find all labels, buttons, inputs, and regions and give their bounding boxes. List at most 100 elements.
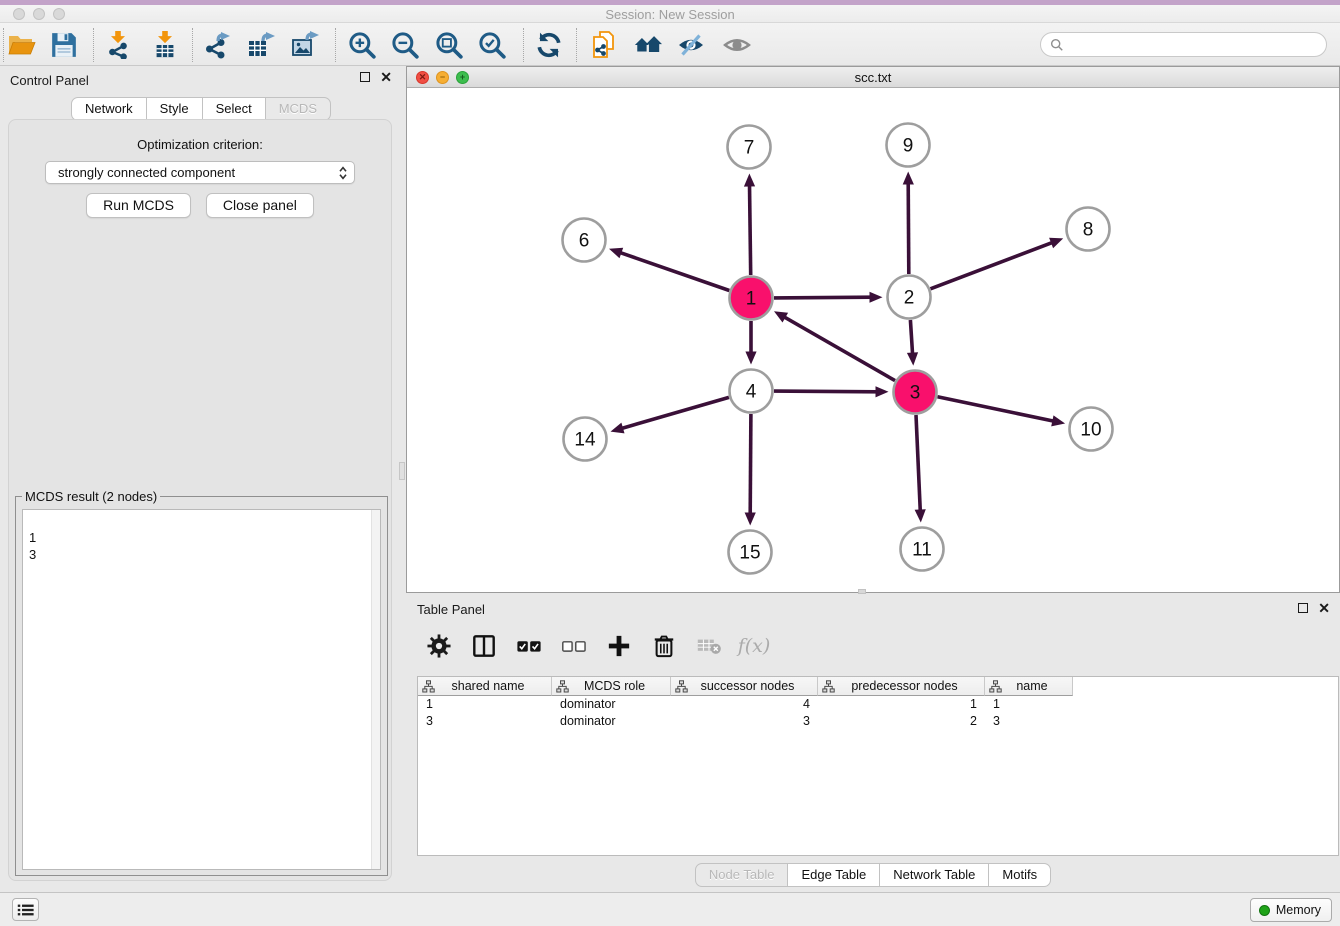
mcds-result-list[interactable]: 1 3 <box>22 509 381 870</box>
zoom-selected-button[interactable] <box>477 29 507 61</box>
export-network-button[interactable] <box>203 29 233 61</box>
import-network-button[interactable] <box>103 29 133 61</box>
run-mcds-button[interactable]: Run MCDS <box>86 193 191 218</box>
vertical-splitter-grip[interactable] <box>399 462 405 480</box>
network-window-titlebar[interactable]: ✕ − + scc.txt <box>407 67 1339 88</box>
table-cell[interactable]: 4 <box>671 696 818 713</box>
zoom-fit-button[interactable] <box>434 29 464 61</box>
column-header-predecessor-nodes[interactable]: predecessor nodes <box>818 677 985 696</box>
table-panel-title: Table Panel <box>417 602 485 617</box>
table-cell[interactable]: 1 <box>418 696 552 713</box>
gear-button[interactable] <box>425 632 453 660</box>
column-header-successor-nodes[interactable]: successor nodes <box>671 677 818 696</box>
toggle-visibility-icon <box>677 31 705 59</box>
node-1[interactable]: 1 <box>730 277 773 320</box>
table-cell[interactable]: dominator <box>552 713 671 730</box>
edge-4-15[interactable] <box>750 414 751 515</box>
split-columns-button[interactable] <box>470 632 498 660</box>
node-10[interactable]: 10 <box>1070 408 1113 451</box>
table-cell[interactable]: 3 <box>985 713 1073 730</box>
tab-mcds[interactable]: MCDS <box>265 97 331 121</box>
select-all-checkboxes-button[interactable] <box>515 632 543 660</box>
edge-arrowhead <box>870 292 883 303</box>
tab-select[interactable]: Select <box>202 97 266 121</box>
add-column-button[interactable] <box>605 632 633 660</box>
table-cell[interactable]: 1 <box>985 696 1073 713</box>
network-canvas[interactable]: 7 9 6 8 1 2 4 3 14 10 15 11 <box>407 88 1339 592</box>
duplicate-network-icon <box>590 31 618 59</box>
edge-arrowhead <box>744 174 755 187</box>
node-3[interactable]: 3 <box>894 371 937 414</box>
memory-button[interactable]: Memory <box>1250 898 1332 922</box>
home-pair-button[interactable] <box>633 29 663 61</box>
edge-3-10[interactable] <box>938 397 1055 422</box>
edge-4-14[interactable] <box>621 397 729 428</box>
network-window-title: scc.txt <box>407 70 1339 85</box>
result-scrollbar[interactable] <box>371 510 380 869</box>
export-network-icon <box>204 31 232 59</box>
tab-edge-table[interactable]: Edge Table <box>787 863 880 887</box>
edge-1-2[interactable] <box>774 297 872 298</box>
node-2[interactable]: 2 <box>888 276 931 319</box>
task-history-button[interactable] <box>12 898 39 921</box>
show-hidden-button[interactable] <box>722 29 752 61</box>
tab-node-table[interactable]: Node Table <box>695 863 789 887</box>
node-4[interactable]: 4 <box>730 370 773 413</box>
edge-4-3[interactable] <box>774 391 878 392</box>
node-8[interactable]: 8 <box>1067 208 1110 251</box>
edge-1-6[interactable] <box>619 252 729 290</box>
table-cell[interactable]: 1 <box>818 696 985 713</box>
table-row[interactable]: 1dominator411 <box>418 696 1338 713</box>
refresh-button[interactable] <box>534 29 564 61</box>
main-toolbar <box>0 23 1340 66</box>
deselect-all-checkboxes-button[interactable] <box>560 632 588 660</box>
edge-1-7[interactable] <box>750 185 751 276</box>
table-cell[interactable]: 3 <box>671 713 818 730</box>
edge-2-9[interactable] <box>908 183 909 275</box>
close-table-panel-icon[interactable]: ✕ <box>1318 603 1330 613</box>
export-table-button[interactable] <box>247 29 277 61</box>
table-cell[interactable]: 2 <box>818 713 985 730</box>
criterion-dropdown[interactable]: strongly connected component <box>45 161 355 184</box>
memory-label: Memory <box>1276 903 1321 917</box>
table-cell[interactable]: 3 <box>418 713 552 730</box>
node-9[interactable]: 9 <box>887 124 930 167</box>
zoom-out-button[interactable] <box>390 29 420 61</box>
node-14[interactable]: 14 <box>564 418 607 461</box>
column-header-MCDS-role[interactable]: MCDS role <box>552 677 671 696</box>
column-header-name[interactable]: name <box>985 677 1073 696</box>
node-6[interactable]: 6 <box>563 219 606 262</box>
horizontal-splitter-grip[interactable] <box>858 589 866 594</box>
app-title: Session: New Session <box>0 7 1340 22</box>
toggle-visibility-button[interactable] <box>676 29 706 61</box>
table-row[interactable]: 3dominator323 <box>418 713 1338 730</box>
duplicate-network-button[interactable] <box>589 29 619 61</box>
search-input[interactable] <box>1040 32 1327 57</box>
edge-3-11[interactable] <box>916 415 920 512</box>
close-panel-icon[interactable]: ✕ <box>380 72 392 82</box>
close-panel-button[interactable]: Close panel <box>206 193 314 218</box>
toolbar-separator <box>192 28 193 62</box>
tab-network-table[interactable]: Network Table <box>879 863 989 887</box>
node-11[interactable]: 11 <box>901 528 944 571</box>
open-folder-button[interactable] <box>7 29 37 61</box>
import-table-button[interactable] <box>150 29 180 61</box>
node-table[interactable]: shared nameMCDS rolesuccessor nodesprede… <box>417 676 1339 856</box>
node-7[interactable]: 7 <box>728 126 771 169</box>
node-15[interactable]: 15 <box>729 531 772 574</box>
edge-2-8[interactable] <box>931 242 1053 288</box>
export-image-button[interactable] <box>291 29 321 61</box>
tab-network[interactable]: Network <box>71 97 147 121</box>
edge-2-3[interactable] <box>910 320 912 355</box>
tab-style[interactable]: Style <box>146 97 203 121</box>
tab-motifs[interactable]: Motifs <box>988 863 1051 887</box>
export-image-icon <box>292 31 320 59</box>
zoom-in-button[interactable] <box>347 29 377 61</box>
edge-3-1[interactable] <box>784 317 896 381</box>
float-panel-icon[interactable] <box>360 72 370 82</box>
float-table-panel-icon[interactable] <box>1298 603 1308 613</box>
delete-column-button[interactable] <box>650 632 678 660</box>
column-header-shared-name[interactable]: shared name <box>418 677 552 696</box>
save-button[interactable] <box>49 29 79 61</box>
table-cell[interactable]: dominator <box>552 696 671 713</box>
